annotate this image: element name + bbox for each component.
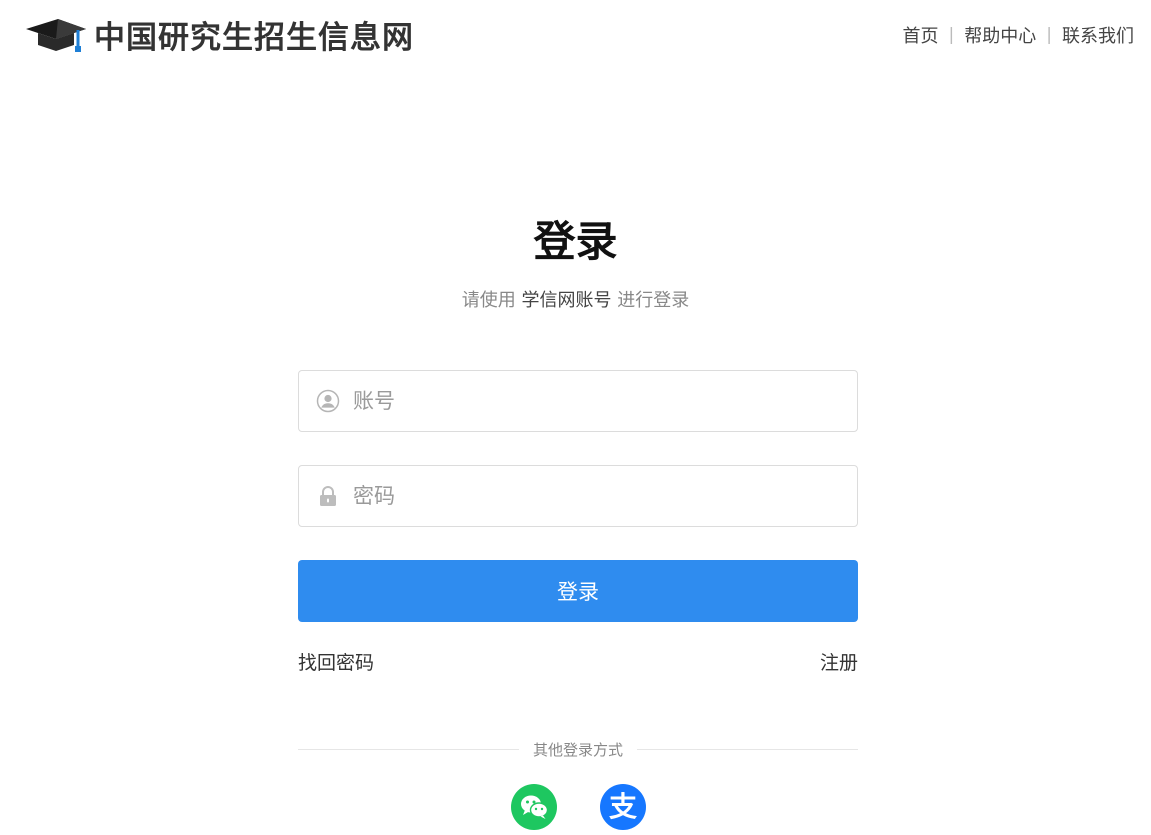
login-button[interactable]: 登录: [298, 560, 858, 622]
graduation-cap-icon: [26, 19, 86, 52]
user-circle-icon: [315, 388, 341, 414]
other-login-label: 其他登录方式: [533, 740, 624, 759]
divider-line: [298, 748, 519, 750]
subtitle-suffix: 进行登录: [617, 290, 690, 311]
lock-icon: [315, 483, 341, 509]
other-login-divider: 其他登录方式: [298, 736, 859, 762]
password-field[interactable]: [298, 465, 858, 527]
login-page: 中国研究生招生信息网 首页 | 帮助中心 | 联系我们 登录 请使用 学信网账号…: [0, 0, 1151, 835]
login-title: 登录: [533, 217, 618, 266]
password-input[interactable]: [353, 466, 857, 526]
top-nav: 首页 | 帮助中心 | 联系我们: [903, 22, 1134, 48]
nav-separator: |: [948, 25, 955, 45]
nav-home-link[interactable]: 首页: [903, 22, 939, 48]
register-link[interactable]: 注册: [820, 648, 858, 675]
forgot-password-link[interactable]: 找回密码: [298, 648, 374, 675]
divider-line: [637, 748, 859, 750]
wechat-login-button[interactable]: [511, 784, 557, 830]
site-title: 中国研究生招生信息网: [94, 19, 414, 56]
header: 中国研究生招生信息网 首页 | 帮助中心 | 联系我们: [0, 0, 1151, 72]
subtitle-prefix: 请使用: [461, 290, 516, 311]
wechat-icon: [521, 795, 549, 819]
login-links: 找回密码 注册: [298, 648, 858, 675]
alipay-login-button[interactable]: 支: [600, 784, 646, 830]
login-subtitle: 请使用 学信网账号 进行登录: [0, 286, 1151, 312]
subtitle-account-type: 学信网账号: [521, 290, 612, 311]
nav-contact-link[interactable]: 联系我们: [1062, 22, 1134, 48]
account-field[interactable]: [298, 370, 858, 432]
site-logo[interactable]: 中国研究生招生信息网: [24, 12, 414, 56]
account-input[interactable]: [353, 371, 857, 431]
social-login: 支: [0, 784, 1151, 832]
nav-separator: |: [1046, 25, 1052, 45]
nav-help-link[interactable]: 帮助中心: [964, 22, 1036, 48]
alipay-icon: 支: [608, 790, 637, 823]
